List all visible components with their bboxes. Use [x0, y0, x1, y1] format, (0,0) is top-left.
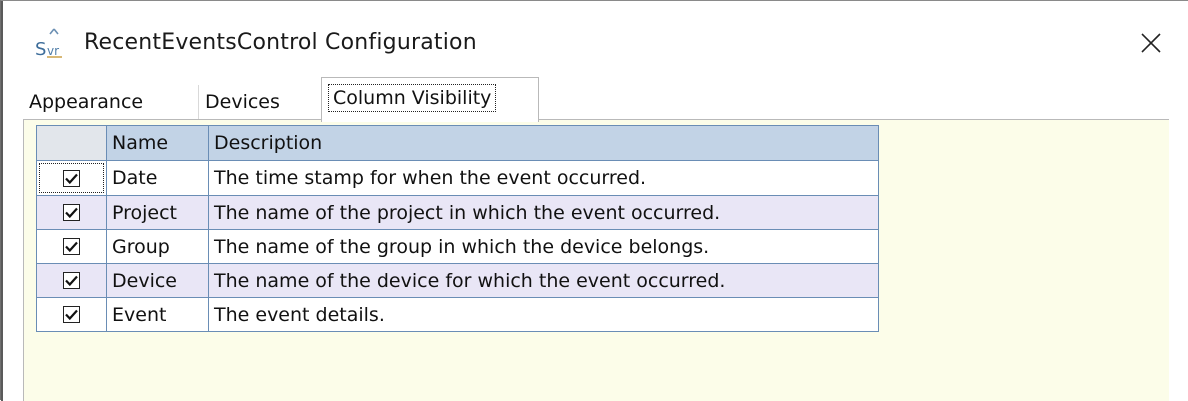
- cell-name[interactable]: Group: [106, 229, 209, 264]
- checkmark-icon: [65, 309, 78, 320]
- svr-config-icon: S vr: [34, 25, 74, 61]
- close-button[interactable]: [1131, 25, 1171, 65]
- focus-indicator: [39, 163, 104, 193]
- table-row: Event The event details.: [36, 297, 879, 332]
- checkmark-icon: [65, 173, 78, 184]
- checkmark-icon: [65, 207, 78, 218]
- visibility-checkbox-cell[interactable]: [36, 195, 107, 230]
- visibility-checkbox-cell[interactable]: [36, 229, 107, 264]
- visibility-checkbox-project[interactable]: [63, 204, 80, 221]
- visibility-checkbox-cell[interactable]: [36, 160, 107, 196]
- visibility-checkbox-event[interactable]: [63, 306, 80, 323]
- tab-column-visibility[interactable]: Column Visibility: [321, 77, 539, 122]
- table-row: Group The name of the group in which the…: [36, 229, 879, 264]
- tab-label: Column Visibility: [328, 84, 497, 112]
- table-row: Device The name of the device for which …: [36, 263, 879, 298]
- window-title: RecentEventsControl Configuration: [84, 30, 477, 55]
- tab-appearance[interactable]: Appearance: [23, 85, 199, 119]
- cell-description[interactable]: The event details.: [208, 297, 879, 332]
- checkbox-wrapper: [37, 266, 106, 296]
- close-icon: [1140, 32, 1162, 58]
- checkbox-wrapper: [37, 300, 106, 330]
- grid-corner-header: [36, 125, 107, 161]
- config-dialog: S vr RecentEventsControl Configuration A…: [0, 0, 1188, 401]
- visibility-checkbox-cell[interactable]: [36, 263, 107, 298]
- window-border: [1, 1, 3, 401]
- cell-description[interactable]: The time stamp for when the event occurr…: [208, 160, 879, 196]
- visibility-checkbox-date[interactable]: [63, 169, 80, 187]
- column-header-description[interactable]: Description: [208, 125, 879, 161]
- checkmark-icon: [65, 241, 78, 252]
- cell-description[interactable]: The name of the project in which the eve…: [208, 195, 879, 230]
- checkbox-wrapper: [37, 232, 106, 262]
- tab-label: Devices: [205, 91, 280, 113]
- cell-name[interactable]: Project: [106, 195, 209, 230]
- cell-description[interactable]: The name of the device for which the eve…: [208, 263, 879, 298]
- cell-name[interactable]: Device: [106, 263, 209, 298]
- grid-header-row: Name Description: [36, 125, 879, 161]
- tab-label: Appearance: [29, 91, 144, 113]
- column-visibility-panel: Name Description Date The time stamp for…: [23, 119, 1169, 401]
- title-bar[interactable]: S vr RecentEventsControl Configuration: [1, 1, 1188, 77]
- checkbox-wrapper: [37, 198, 106, 228]
- svg-text:vr: vr: [47, 44, 59, 58]
- table-row: Project The name of the project in which…: [36, 195, 879, 230]
- svg-text:S: S: [35, 39, 46, 60]
- cell-description[interactable]: The name of the group in which the devic…: [208, 229, 879, 264]
- checkmark-icon: [65, 275, 78, 286]
- tab-strip: Appearance Devices Column Visibility: [23, 77, 1188, 122]
- visibility-checkbox-cell[interactable]: [36, 297, 107, 332]
- visibility-checkbox-device[interactable]: [63, 272, 80, 289]
- column-header-name[interactable]: Name: [106, 125, 209, 161]
- table-row: Date The time stamp for when the event o…: [36, 160, 879, 196]
- tab-devices[interactable]: Devices: [199, 85, 319, 119]
- column-visibility-grid: Name Description Date The time stamp for…: [36, 125, 879, 332]
- cell-name[interactable]: Date: [106, 160, 209, 196]
- visibility-checkbox-group[interactable]: [63, 238, 80, 255]
- cell-name[interactable]: Event: [106, 297, 209, 332]
